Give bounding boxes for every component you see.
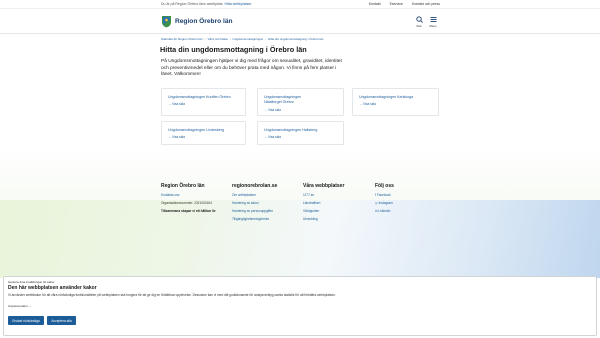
logo-icon bbox=[161, 15, 172, 28]
find-sites-link[interactable]: Hitta webbplatser bbox=[224, 2, 251, 6]
breadcrumb: Startsida för Region Örebro län › Vård oc… bbox=[161, 37, 324, 41]
footer-col-sites: Våra webbplatser 1177.se Länstrafiken Vå… bbox=[303, 183, 344, 225]
background-gradient bbox=[0, 200, 600, 278]
site-header: Region Örebro län Sök Meny bbox=[0, 9, 600, 34]
cookie-title: Den här webbplatsen använder kakor bbox=[8, 285, 97, 291]
intro-text: På Ungdomsmottagningen hjälper vi dig me… bbox=[161, 59, 342, 77]
menu-label: Meny bbox=[429, 24, 437, 28]
clinic-card-knuffen[interactable]: Ungdomsmottagningen Knuffen Örebro → Vis… bbox=[161, 88, 246, 116]
card-title: Ungdomsmottagningen Lindesberg bbox=[168, 128, 224, 132]
footer-col-follow: Följ oss f Facebook ◎ Instagram in Linke… bbox=[375, 183, 394, 217]
card-link[interactable]: → Visa sida bbox=[264, 108, 281, 112]
menu-button[interactable]: Meny bbox=[428, 16, 438, 28]
clinic-card-hallsberg[interactable]: Ungdomsmottagningen Hallsberg → Visa sid… bbox=[257, 121, 344, 145]
site-info: Du är på Region Örebro läns webbplats. H… bbox=[161, 2, 251, 6]
footer-link-utveckling[interactable]: Utveckling bbox=[303, 217, 344, 221]
footer-tagline: Tillsammans skapar vi ett hållbar liv bbox=[161, 209, 216, 213]
logo-text: Region Örebro län bbox=[175, 18, 233, 25]
footer-col-region: Region Örebro län Kontakta oss Organisat… bbox=[161, 183, 216, 217]
top-utility-bar: Du är på Region Örebro läns webbplats. H… bbox=[0, 0, 600, 9]
top-link-contact[interactable]: Kontakt bbox=[369, 2, 381, 6]
footer-link-contact[interactable]: Kontakta oss bbox=[161, 193, 216, 197]
cookie-banner: Hantera dina inställningar för kakor Den… bbox=[3, 276, 597, 336]
top-link-press[interactable]: Kontakt och press bbox=[412, 2, 440, 6]
card-title: Ungdomsmottagningen Karlskoga bbox=[359, 95, 414, 99]
breadcrumb-item-current: Hitta din ungdomsmottagning i Örebro län bbox=[267, 37, 324, 41]
footer-link-about[interactable]: Om webbplatsen bbox=[232, 193, 277, 197]
breadcrumb-item-care[interactable]: Vård och hälsa bbox=[208, 37, 228, 41]
necessary-only-button[interactable]: Endast nödvändiga bbox=[8, 316, 44, 325]
clinic-card-lindesberg[interactable]: Ungdomsmottagningen Lindesberg → Visa si… bbox=[161, 121, 246, 145]
footer-link-facebook[interactable]: f Facebook bbox=[375, 193, 394, 197]
card-link[interactable]: → Visa sida bbox=[264, 135, 281, 139]
footer-heading: regionorebrolan.se bbox=[232, 183, 278, 189]
footer-link-cookies[interactable]: Hantering av kakor bbox=[232, 201, 277, 205]
clinic-card-natalltorget[interactable]: Ungdomsmottagningen Nätaltorget Örebro →… bbox=[257, 88, 344, 116]
cookie-description: Vi använder webbkakor för att våra nödvä… bbox=[8, 293, 336, 297]
page-title: Hitta din ungdomsmottagning i Örebro län bbox=[160, 45, 307, 54]
site-logo[interactable]: Region Örebro län bbox=[161, 15, 233, 28]
customize-cookies-label: Anpassa kakor bbox=[8, 304, 28, 308]
footer-org-number: Organisationsnummer: 2321000164 bbox=[161, 201, 212, 205]
footer-link-1177[interactable]: 1177.se bbox=[303, 193, 344, 197]
footer-heading: Region Örebro län bbox=[161, 183, 205, 189]
breadcrumb-item-youth[interactable]: Ungdomsmottagningar bbox=[233, 37, 263, 41]
cookie-settings-heading: Hantera dina inställningar för kakor bbox=[8, 280, 55, 284]
menu-icon bbox=[428, 16, 438, 23]
chevron-down-icon: ⌄ bbox=[28, 304, 32, 308]
top-links: Kontakt Eservice Kontakt och press bbox=[369, 2, 440, 6]
site-info-text: Du är på Region Örebro läns webbplats. bbox=[161, 2, 224, 6]
customize-cookies-toggle[interactable]: Anpassa kakor ⌄ bbox=[8, 304, 31, 308]
card-title: Ungdomsmottagningen Nätaltorget Örebro bbox=[264, 95, 302, 104]
footer-link-lanstrafiken[interactable]: Länstrafiken bbox=[303, 201, 344, 205]
footer-link-instagram[interactable]: ◎ Instagram bbox=[375, 201, 394, 205]
card-link[interactable]: → Visa sida bbox=[168, 102, 185, 106]
search-button[interactable]: Sök bbox=[414, 16, 424, 28]
footer-heading: Följ oss bbox=[375, 183, 394, 189]
footer-link-linkedin[interactable]: in LinkedIn bbox=[375, 209, 394, 213]
accept-all-button[interactable]: Acceptera alla bbox=[47, 316, 76, 325]
footer-link-vardguiden[interactable]: Vårdguiden bbox=[303, 209, 344, 213]
card-link[interactable]: → Visa sida bbox=[359, 102, 376, 106]
card-title: Ungdomsmottagningen Hallsberg bbox=[264, 128, 318, 132]
card-title: Ungdomsmottagningen Knuffen Örebro bbox=[168, 95, 231, 99]
footer-link-accessibility[interactable]: Tillgänglighetsredogörelse bbox=[232, 217, 277, 221]
top-link-eservice[interactable]: Eservice bbox=[390, 2, 403, 6]
search-icon bbox=[414, 16, 424, 23]
search-label: Sök bbox=[416, 24, 422, 28]
clinic-card-karlskoga[interactable]: Ungdomsmottagningen Karlskoga → Visa sid… bbox=[352, 88, 439, 116]
breadcrumb-item-home[interactable]: Startsida för Region Örebro län bbox=[161, 37, 203, 41]
footer-link-personal-data[interactable]: Hantering av personuppgifter bbox=[232, 209, 277, 213]
footer-heading: Våra webbplatser bbox=[303, 183, 345, 189]
card-link[interactable]: → Visa sida bbox=[168, 135, 185, 139]
footer-col-site: regionorebrolan.se Om webbplatsen Hanter… bbox=[232, 183, 277, 225]
